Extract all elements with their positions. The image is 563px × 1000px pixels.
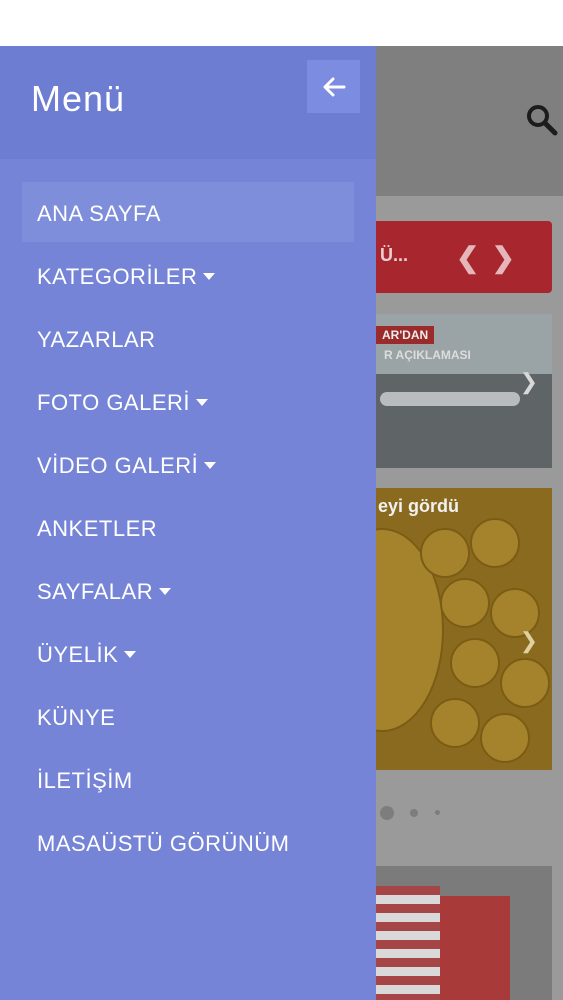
menu-item-label: MASAÜSTÜ GÖRÜNÜM: [37, 830, 290, 856]
card-label: AR'DAN: [376, 326, 435, 344]
caret-down-icon: [196, 399, 209, 406]
menu-item-label: VİDEO GALERİ: [37, 452, 199, 478]
chevron-right-icon[interactable]: ❯: [520, 369, 538, 395]
menu-item-anketler[interactable]: ANKETLER: [0, 497, 376, 560]
ticker-text: Ü...: [380, 245, 409, 265]
menu-item-label: İLETİŞİM: [37, 767, 133, 793]
news-card-coins[interactable]: eyi gördü ❯: [360, 488, 552, 770]
search-icon[interactable]: [524, 102, 558, 136]
navigation-drawer: Menü ANA SAYFA KATEGORİLER YAZARLAR FOTO…: [0, 46, 376, 1000]
menu-item-kunye[interactable]: KÜNYE: [0, 686, 376, 749]
menu-title: Menü: [31, 78, 126, 119]
menu-item-label: ANA SAYFA: [37, 200, 161, 226]
caret-down-icon: [159, 588, 172, 595]
menu-item-foto-galeri[interactable]: FOTO GALERİ: [0, 371, 376, 434]
menu-item-ana-sayfa[interactable]: ANA SAYFA: [0, 182, 376, 245]
menu-item-label: YAZARLAR: [37, 326, 156, 352]
news-card-drone[interactable]: AR'DAN R AÇIKLAMASI ❯: [360, 314, 552, 468]
news-card-flags[interactable]: [360, 866, 552, 1000]
menu-item-uyelik[interactable]: ÜYELİK: [0, 623, 376, 686]
menu-list: ANA SAYFA KATEGORİLER YAZARLAR FOTO GALE…: [0, 182, 376, 875]
menu-item-label: KATEGORİLER: [37, 263, 198, 289]
menu-item-label: KÜNYE: [37, 704, 116, 730]
menu-item-video-galeri[interactable]: VİDEO GALERİ: [0, 434, 376, 497]
caret-down-icon: [204, 462, 217, 469]
card-sublabel: R AÇIKLAMASI: [384, 348, 471, 362]
close-drawer-button[interactable]: [307, 60, 360, 113]
ticker-arrows-icon[interactable]: ❮❯: [456, 241, 527, 274]
caret-down-icon: [203, 273, 216, 280]
carousel-dots[interactable]: [380, 804, 452, 822]
drawer-header: Menü: [0, 46, 376, 159]
card-headline: eyi gördü: [378, 496, 460, 516]
chevron-right-icon[interactable]: ❯: [520, 628, 538, 654]
menu-item-kategoriler[interactable]: KATEGORİLER: [0, 245, 376, 308]
menu-item-label: ANKETLER: [37, 515, 158, 541]
menu-item-iletisim[interactable]: İLETİŞİM: [0, 749, 376, 812]
arrow-left-icon: [323, 77, 345, 96]
menu-item-label: ÜYELİK: [37, 641, 119, 667]
drone-shape: [380, 392, 520, 406]
menu-item-masaustu-gorunum[interactable]: MASAÜSTÜ GÖRÜNÜM: [0, 812, 376, 875]
menu-item-sayfalar[interactable]: SAYFALAR: [0, 560, 376, 623]
menu-item-yazarlar[interactable]: YAZARLAR: [0, 308, 376, 371]
news-ticker[interactable]: Ü... ❮❯: [360, 221, 552, 293]
caret-down-icon: [124, 651, 137, 658]
menu-item-label: SAYFALAR: [37, 578, 154, 604]
menu-item-label: FOTO GALERİ: [37, 389, 191, 415]
